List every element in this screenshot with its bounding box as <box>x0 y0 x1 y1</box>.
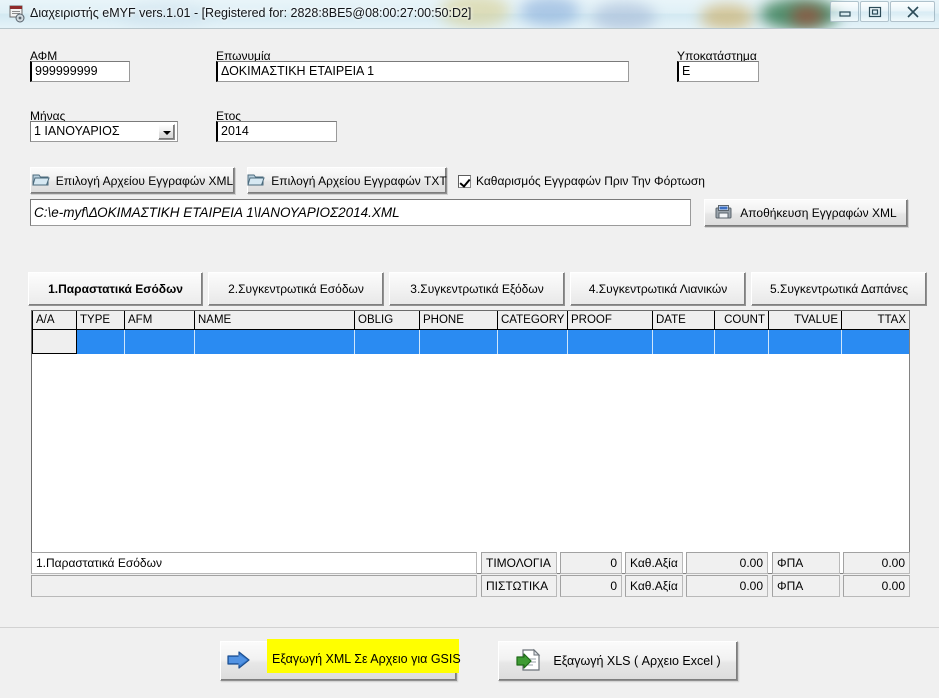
folder-icon <box>247 172 266 190</box>
table-cell-proof[interactable] <box>567 329 653 354</box>
window-controls <box>829 1 935 22</box>
summary-vat-value-invoices: 0.00 <box>843 552 910 574</box>
records-table: A/A TYPE AFM NAME OBLIG PHONE CATEGORY P… <box>32 311 909 354</box>
table-cell-date[interactable] <box>652 329 715 354</box>
select-xml-file-button[interactable]: Επιλογή Αρχείου Εγγραφών XML <box>30 167 235 194</box>
table-cell-name[interactable] <box>194 329 355 354</box>
column-header-count[interactable]: COUNT <box>714 311 769 330</box>
tab-label: 1.Παραστατικά Εσόδων <box>48 282 183 296</box>
summary-vat-value-credits: 0.00 <box>843 575 910 597</box>
tab-parastatika-esodon[interactable]: 1.Παραστατικά Εσόδων <box>28 272 203 306</box>
summary-kind-credits: ΠΙΣΤΩΤΙΚΑ <box>481 575 557 597</box>
table-cell-phone[interactable] <box>419 329 498 354</box>
column-header-date[interactable]: DATE <box>652 311 715 330</box>
close-button[interactable] <box>890 1 935 22</box>
save-disk-icon <box>715 204 734 223</box>
minimize-button[interactable] <box>830 1 859 22</box>
table-cell-afm[interactable] <box>124 329 195 354</box>
glass-reflection <box>520 0 580 26</box>
tab-strip: 1.Παραστατικά Εσόδων 2.Συγκεντρωτικά Εσό… <box>28 272 927 308</box>
table-header-row: A/A TYPE AFM NAME OBLIG PHONE CATEGORY P… <box>32 311 909 330</box>
export-xml-gsis-label: Εξαγωγή XML Σε Αρχειο για GSIS <box>272 652 461 666</box>
afm-input[interactable]: 999999999 <box>30 61 130 82</box>
summary-kind-invoices: ΤΙΜΟΛΟΓΙΑ <box>481 552 557 574</box>
summary-net-label-credits: Καθ.Αξία <box>625 575 683 597</box>
glass-reflection <box>592 2 656 28</box>
glass-reflection <box>700 4 754 28</box>
checkbox-checked-icon[interactable] <box>458 174 471 188</box>
select-xml-file-label: Επιλογή Αρχείου Εγγραφών XML <box>55 173 234 188</box>
summary-net-value-invoices: 0.00 <box>686 552 768 574</box>
window-title: Διαχειριστής eMYF vers.1.01 - [Registere… <box>30 6 472 20</box>
document-export-icon <box>515 648 543 675</box>
title-bar[interactable]: Διαχειριστής eMYF vers.1.01 - [Registere… <box>0 0 939 28</box>
client-area: ΑΦΜ 999999999 Επωνυμία ΔΟΚΙΜΑΣΤΙΚΗ ΕΤΑΙΡ… <box>0 28 939 698</box>
summary-vat-label-credits: ΦΠΑ <box>772 575 840 597</box>
action-bar: Εξαγωγή XML Σε Αρχειο για GSIS Εξαγωγή X… <box>0 627 939 698</box>
summary-net-value-credits: 0.00 <box>686 575 768 597</box>
summary-net-label-invoices: Καθ.Αξία <box>625 552 683 574</box>
tab-label: 4.Συγκεντρωτικά Λιανικών <box>588 282 728 296</box>
summary-count-invoices: 0 <box>560 552 622 574</box>
table-cell-oblig[interactable] <box>354 329 420 354</box>
table-cell-type[interactable] <box>76 329 125 354</box>
table-cell-count[interactable] <box>714 329 769 354</box>
table-cell-tvalue[interactable] <box>768 329 842 354</box>
month-selected-value: 1 ΙΑΝΟΥΑΡΙΟΣ <box>34 124 120 138</box>
file-path-input[interactable]: C:\e-myf\ΔΟΚΙΜΑΣΤΙΚΗ ΕΤΑΙΡΕΙΑ 1\ΙΑΝΟΥΑΡΙ… <box>30 199 691 226</box>
column-header-type[interactable]: TYPE <box>76 311 125 330</box>
summary-section-label: 1.Παραστατικά Εσόδων <box>31 552 477 574</box>
app-icon[interactable] <box>8 5 26 23</box>
column-header-tvalue[interactable]: TVALUE <box>768 311 842 330</box>
column-header-phone[interactable]: PHONE <box>419 311 498 330</box>
export-xls-excel-button[interactable]: Εξαγωγή XLS ( Αρχειο Excel ) <box>498 641 738 681</box>
clear-records-label: Καθαρισμός Εγγραφών Πριν Την Φόρτωση <box>476 174 705 188</box>
summary-count-credits: 0 <box>560 575 622 597</box>
tab-label: 3.Συγκεντρωτικά Εξόδων <box>410 282 544 296</box>
maximize-button[interactable] <box>860 1 889 22</box>
save-xml-records-button[interactable]: Αποθήκευση Εγγραφών XML <box>704 199 908 227</box>
column-header-oblig[interactable]: OBLIG <box>354 311 420 330</box>
application-window: Διαχειριστής eMYF vers.1.01 - [Registere… <box>0 0 939 698</box>
eponymia-input[interactable]: ΔΟΚΙΜΑΣΤΙΚΗ ΕΤΑΙΡΕΙΑ 1 <box>216 61 629 82</box>
tab-sygkentrotika-lianikon[interactable]: 4.Συγκεντρωτικά Λιανικών <box>570 272 746 306</box>
table-cell-category[interactable] <box>497 329 568 354</box>
folder-icon <box>32 172 50 190</box>
ypokatastima-input[interactable]: E <box>677 61 759 82</box>
column-header-ttax[interactable]: TTAX <box>841 311 909 330</box>
glass-reflection <box>790 6 824 26</box>
blue-arrow-icon <box>226 649 252 674</box>
month-select[interactable]: 1 ΙΑΝΟΥΑΡΙΟΣ <box>30 121 178 142</box>
save-xml-records-label: Αποθήκευση Εγγραφών XML <box>740 206 897 220</box>
chevron-down-icon[interactable] <box>158 124 175 140</box>
tab-sygkentrotika-exodon[interactable]: 3.Συγκεντρωτικά Εξόδων <box>389 272 565 306</box>
tab-sygkentrotika-esodon[interactable]: 2.Συγκεντρωτικά Εσόδων <box>208 272 384 306</box>
table-row[interactable] <box>32 329 909 354</box>
column-header-proof[interactable]: PROOF <box>567 311 653 330</box>
clear-records-checkbox[interactable]: Καθαρισμός Εγγραφών Πριν Την Φόρτωση <box>458 174 705 188</box>
select-txt-file-label: Επιλογή Αρχείου Εγγραφών TXT <box>271 173 447 188</box>
select-txt-file-button[interactable]: Επιλογή Αρχείου Εγγραφών TXT <box>247 167 447 194</box>
row-selector-cell[interactable] <box>32 329 77 354</box>
tab-label: 2.Συγκεντρωτικά Εσόδων <box>228 282 364 296</box>
tab-label: 5.Συγκεντρωτικά Δαπάνες <box>769 282 909 296</box>
export-xls-excel-label: Εξαγωγή XLS ( Αρχειο Excel ) <box>553 654 721 668</box>
table-cell-ttax[interactable] <box>841 329 909 354</box>
tab-sygkentrotika-dapanes[interactable]: 5.Συγκεντρωτικά Δαπάνες <box>751 272 927 306</box>
summary-section-label-2 <box>31 575 477 597</box>
records-grid[interactable]: A/A TYPE AFM NAME OBLIG PHONE CATEGORY P… <box>31 310 910 574</box>
year-input[interactable]: 2014 <box>216 121 337 142</box>
summary-vat-label-invoices: ΦΠΑ <box>772 552 840 574</box>
column-header-category[interactable]: CATEGORY <box>497 311 568 330</box>
column-header-afm[interactable]: AFM <box>124 311 195 330</box>
column-header-name[interactable]: NAME <box>194 311 355 330</box>
column-header-aa[interactable]: A/A <box>32 311 77 330</box>
